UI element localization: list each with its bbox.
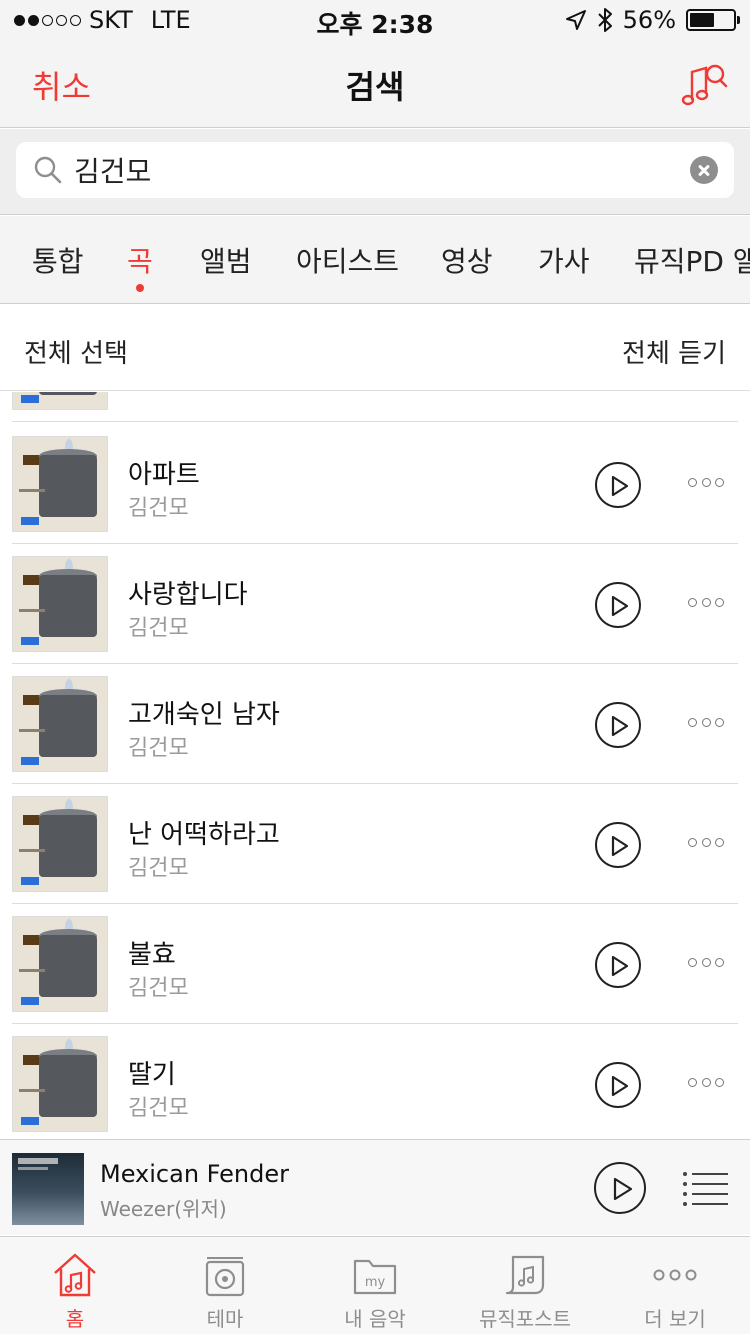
music-post-icon <box>505 1255 545 1295</box>
list-item[interactable]: 불효 김건모 <box>0 904 750 1024</box>
status-right: 56% <box>565 6 740 34</box>
album-art <box>12 676 108 772</box>
tab-integrated[interactable]: 통합 <box>32 240 84 280</box>
list-item[interactable]: 사랑합니다 김건모 <box>0 544 750 664</box>
play-icon <box>611 475 629 497</box>
play-icon <box>613 1177 633 1201</box>
list-item[interactable]: 아파트 김건모 <box>0 424 750 544</box>
play-button[interactable] <box>595 822 641 868</box>
tab-bar-label: 홈 <box>65 1307 85 1331</box>
play-button[interactable] <box>595 462 641 508</box>
play-button[interactable] <box>595 1062 641 1108</box>
song-title: 고개숙인 남자 <box>128 700 280 730</box>
battery-percent: 56% <box>622 6 676 34</box>
mini-play-button[interactable] <box>594 1162 646 1214</box>
search-input[interactable] <box>74 148 674 192</box>
search-category-tabs: 통합 곡 앨범 아티스트 영상 가사 뮤직PD 앨범 <box>0 216 750 304</box>
list-item[interactable]: 고개숙인 남자 김건모 <box>0 664 750 784</box>
song-title: 딸기 <box>128 1060 176 1090</box>
mini-player[interactable]: Mexican Fender Weezer(위저) <box>0 1139 750 1235</box>
tab-bar-home[interactable]: 홈 <box>0 1237 150 1334</box>
tab-lyrics[interactable]: 가사 <box>538 240 590 280</box>
list-item[interactable] <box>0 392 750 422</box>
more-options-icon[interactable] <box>688 838 724 850</box>
more-options-icon[interactable] <box>688 1078 724 1090</box>
more-options-icon[interactable] <box>688 598 724 610</box>
song-title: 난 어떡하라고 <box>128 820 280 850</box>
play-button[interactable] <box>595 942 641 988</box>
song-artist: 김건모 <box>128 856 189 881</box>
play-all-button[interactable]: 전체 듣기 <box>622 333 726 370</box>
playlist-icon[interactable] <box>682 1170 728 1206</box>
tab-bar: 홈 테마 my 내 음악 뮤직포스트 더 보기 <box>0 1236 750 1334</box>
song-artist: 김건모 <box>128 736 189 761</box>
radio-icon <box>205 1257 245 1297</box>
search-box[interactable] <box>16 142 734 198</box>
tab-artists[interactable]: 아티스트 <box>296 240 399 280</box>
now-playing-album-art <box>12 1153 84 1225</box>
battery-icon <box>686 9 740 31</box>
more-options-icon[interactable] <box>688 478 724 490</box>
music-search-icon[interactable] <box>680 62 728 106</box>
album-art <box>12 1036 108 1132</box>
search-icon <box>34 156 62 184</box>
tab-videos[interactable]: 영상 <box>441 240 493 280</box>
tab-bar-label: 더 보기 <box>644 1307 706 1331</box>
album-art <box>12 916 108 1012</box>
song-artist: 김건모 <box>128 976 189 1001</box>
page-title: 검색 <box>345 68 405 106</box>
tab-songs[interactable]: 곡 <box>127 240 153 292</box>
tab-bar-label: 뮤직포스트 <box>479 1307 571 1331</box>
song-title: 사랑합니다 <box>128 580 248 610</box>
song-list[interactable]: 아파트 김건모 사랑합니다 김건모 고개숙인 남자 김건모 난 어떡하라고 김건… <box>0 392 750 1138</box>
status-bar: SKT LTE 오후 2:38 56% <box>0 0 750 40</box>
nav-bar: 취소 검색 <box>0 40 750 128</box>
my-folder-icon: my <box>353 1259 397 1295</box>
play-button[interactable] <box>595 582 641 628</box>
play-icon <box>611 595 629 617</box>
tab-bar-music-post[interactable]: 뮤직포스트 <box>450 1237 600 1334</box>
more-options-icon[interactable] <box>688 958 724 970</box>
more-icon <box>653 1269 697 1281</box>
search-area <box>0 129 750 215</box>
tab-bar-label: 테마 <box>206 1307 244 1331</box>
tab-bar-label: 내 음악 <box>344 1307 406 1331</box>
album-art <box>12 796 108 892</box>
play-icon <box>611 1075 629 1097</box>
album-art <box>12 556 108 652</box>
album-art <box>12 392 108 410</box>
svg-text:my: my <box>365 1275 386 1290</box>
list-item[interactable]: 딸기 김건모 <box>0 1024 750 1138</box>
tab-bar-more[interactable]: 더 보기 <box>600 1237 750 1334</box>
home-music-icon <box>54 1253 96 1297</box>
now-playing-artist: Weezer(위저) <box>100 1197 227 1221</box>
play-icon <box>611 715 629 737</box>
song-artist: 김건모 <box>128 1096 189 1121</box>
active-tab-indicator <box>135 284 144 292</box>
play-icon <box>611 835 629 857</box>
album-art <box>12 436 108 532</box>
tab-bar-theme[interactable]: 테마 <box>150 1237 300 1334</box>
list-item[interactable]: 난 어떡하라고 김건모 <box>0 784 750 904</box>
more-options-icon[interactable] <box>688 718 724 730</box>
tab-music-pd-albums[interactable]: 뮤직PD 앨범 <box>634 240 750 280</box>
bluetooth-icon <box>597 8 612 32</box>
play-icon <box>611 955 629 977</box>
location-arrow-icon <box>565 10 586 30</box>
tab-albums[interactable]: 앨범 <box>200 240 252 280</box>
song-title: 불효 <box>128 940 176 970</box>
select-all-button[interactable]: 전체 선택 <box>24 333 128 370</box>
tab-bar-my-music[interactable]: my 내 음악 <box>300 1237 450 1334</box>
clear-search-icon[interactable] <box>690 156 718 184</box>
song-title: 아파트 <box>128 460 200 490</box>
song-artist: 김건모 <box>128 496 189 521</box>
now-playing-title: Mexican Fender <box>100 1160 289 1188</box>
list-header: 전체 선택 전체 듣기 <box>0 305 750 391</box>
play-button[interactable] <box>595 702 641 748</box>
song-artist: 김건모 <box>128 616 189 641</box>
